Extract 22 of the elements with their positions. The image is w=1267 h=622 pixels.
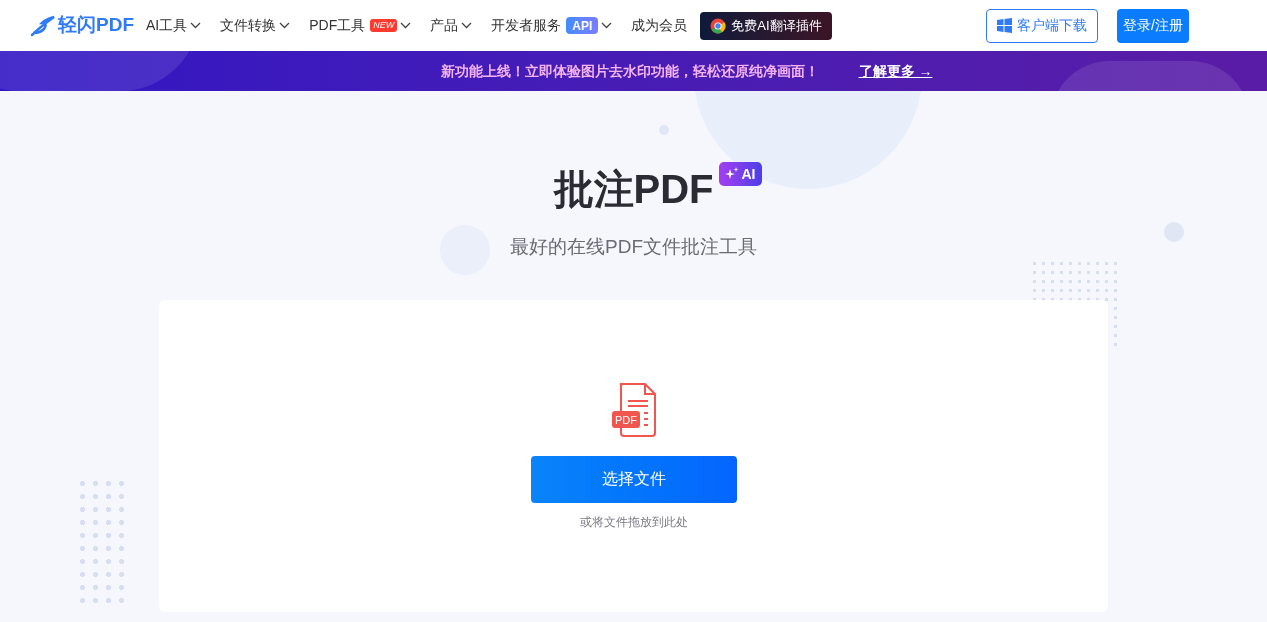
nav-item[interactable]: 产品 <box>430 15 473 36</box>
page-title: 批注PDF <box>553 166 714 213</box>
subtitle: 最好的在线PDF文件批注工具 <box>510 235 757 259</box>
nav-item[interactable]: 开发者服务 API <box>491 15 613 36</box>
nav-item[interactable]: 成为会员 <box>631 15 688 36</box>
drop-hint: 或将文件拖放到此处 <box>579 513 688 531</box>
nav-item[interactable]: 文件转换 <box>220 15 291 36</box>
windows-icon <box>997 18 1013 33</box>
banner-text: 新功能上线！立即体验图片去水印功能，轻松还原纯净画面！ <box>440 61 819 81</box>
plugin-button[interactable]: 免费AI翻译插件 <box>700 11 832 40</box>
api-badge: API <box>566 17 599 34</box>
new-badge: NEW <box>370 19 398 32</box>
logo-text[interactable]: 轻闪PDF <box>58 11 134 40</box>
ai-badge: AI <box>718 162 762 186</box>
download-button[interactable]: 客户端下载 <box>986 8 1099 43</box>
choose-file-button[interactable]: 选择文件 <box>530 455 737 503</box>
logo-icon <box>30 14 56 37</box>
nav-item[interactable]: PDF工具 NEW <box>309 15 412 36</box>
nav-item[interactable]: AI工具 <box>146 15 202 36</box>
browser-icon <box>710 17 727 34</box>
login-button[interactable]: 登录/注册 <box>1117 8 1189 43</box>
learn-more-link[interactable]: 了解更多 → <box>858 60 933 82</box>
